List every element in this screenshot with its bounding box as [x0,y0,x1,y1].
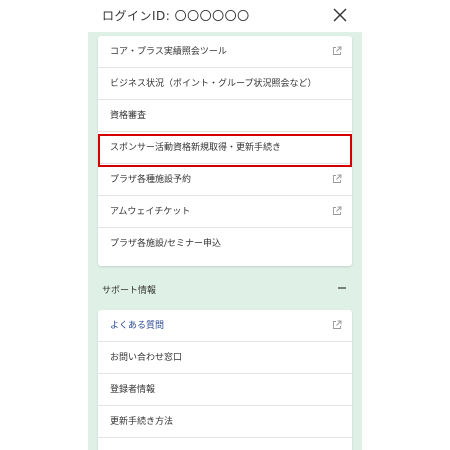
support-item-label: 登録者情報 [110,385,156,395]
main-menu-card: コア・プラス実績照会ツール ビジネス状況（ポイント・グループ状況照会など） 資格… [98,36,352,266]
menu-item-plaza-facility-reservation[interactable]: プラザ各種施設予約 [98,164,352,196]
menu-item-label: 資格審査 [110,111,147,121]
external-link-icon [333,46,342,55]
support-item-contact[interactable]: お問い合わせ窓口 [98,342,352,374]
menu-item-plaza-seminar[interactable]: プラザ各施設/セミナー申込 [98,228,352,260]
close-icon[interactable] [332,7,348,23]
menu-item-amway-ticket[interactable]: アムウェイチケット [98,196,352,228]
external-link-icon [333,206,342,215]
login-id-label: ログインID: 〇〇〇〇〇〇 [102,9,250,23]
support-item-label: お問い合わせ窓口 [110,353,183,363]
menu-item-label: コア・プラス実績照会ツール [110,47,227,57]
menu-item-label: プラザ各種施設予約 [110,175,192,185]
menu-item-business-status[interactable]: ビジネス状況（ポイント・グループ状況照会など） [98,68,352,100]
mobile-menu-panel: ログインID: 〇〇〇〇〇〇 コア・プラス実績照会ツール ビジネス状況（ポイント… [88,0,362,450]
support-menu-card: よくある質問 お問い合わせ窓口 登録者情報 更新手続き方法 [98,310,352,450]
menu-item-label: スポンサー活動資格新規取得・更新手続き [110,143,282,153]
menu-item-qualification-review[interactable]: 資格審査 [98,100,352,132]
support-item-renewal-method[interactable]: 更新手続き方法 [98,406,352,438]
support-item-registrant-info[interactable]: 登録者情報 [98,374,352,406]
menu-item-label: プラザ各施設/セミナー申込 [110,239,222,249]
menu-item-label: ビジネス状況（ポイント・グループ状況照会など） [110,79,317,89]
menu-item-label: アムウェイチケット [110,207,191,217]
support-section-title: サポート情報 [102,286,157,296]
collapse-minus-icon[interactable] [336,282,348,294]
external-link-icon [333,320,342,329]
menu-header: ログインID: 〇〇〇〇〇〇 [88,0,362,32]
support-item-label: 更新手続き方法 [110,417,174,427]
support-item-label: よくある質問 [110,321,165,331]
support-item-faq[interactable]: よくある質問 [98,310,352,342]
menu-item-core-plus[interactable]: コア・プラス実績照会ツール [98,36,352,68]
external-link-icon [333,174,342,183]
menu-item-sponsor-qualification[interactable]: スポンサー活動資格新規取得・更新手続き [98,132,352,164]
